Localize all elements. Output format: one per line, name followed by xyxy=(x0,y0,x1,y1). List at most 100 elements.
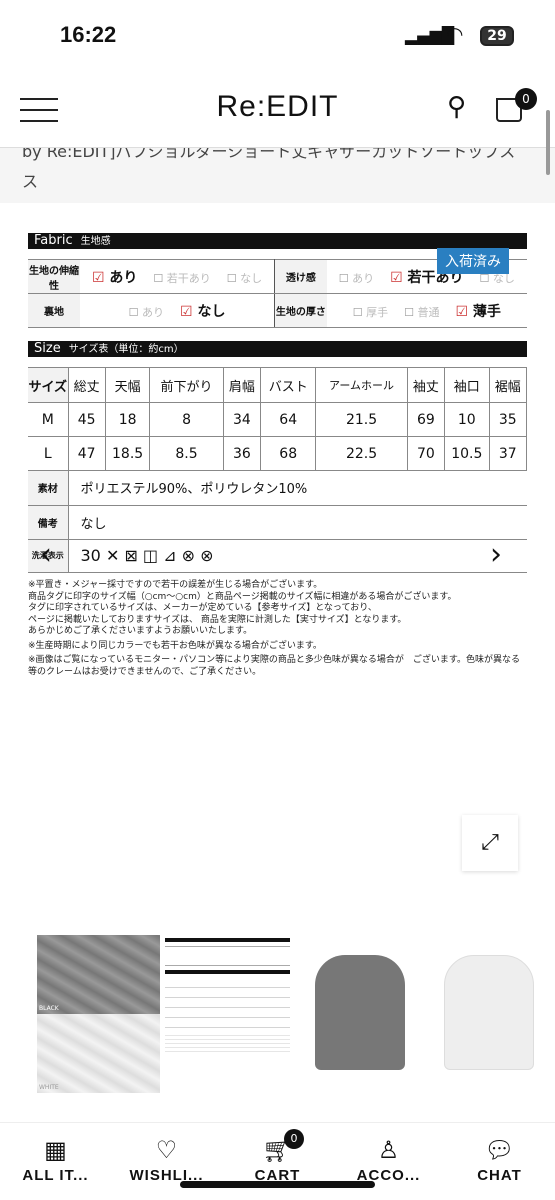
checkbox-icon: ☐ xyxy=(352,305,363,319)
option-checked: ☑ 薄手 xyxy=(455,304,500,320)
size-row: M 45 18 8 34 64 21.5 69 10 35 xyxy=(28,402,528,437)
option-unchecked: ☐ 普通 xyxy=(404,306,439,319)
title-line: ス xyxy=(22,172,39,191)
option-label: あり xyxy=(109,269,138,286)
nav-item-cart[interactable]: 🛒︎ 0 CART xyxy=(222,1123,333,1200)
fabric-subtitle: 生地感 xyxy=(80,236,111,247)
note-line: ページに掲載いたしておりますサイズは、 商品を実際に計測した【実寸サイズ】となり… xyxy=(28,614,407,625)
size-cell: 21.5 xyxy=(315,402,408,437)
thumbnail-black-top[interactable] xyxy=(300,935,420,1093)
option-label: 薄手 xyxy=(472,303,501,320)
size-header: サイズ xyxy=(28,367,69,403)
checkbox-checked-icon: ☑ xyxy=(455,303,469,320)
wash-symbols: 30 ✕ ⊠ ◫ ⊿ ⊗ ⊗ xyxy=(68,539,527,573)
note-line: タグに印字されているサイズは、メーカーが定めている【参考サイズ】となっており、 xyxy=(28,603,377,613)
expand-icon[interactable]: ⤢ xyxy=(462,815,518,871)
search-icon[interactable]: ⚲ xyxy=(447,92,466,122)
note-value: なし xyxy=(68,505,527,540)
next-image-arrow[interactable]: › xyxy=(490,537,502,572)
wifi-icon: ◠ xyxy=(446,22,464,46)
home-indicator xyxy=(180,1181,375,1188)
cart-count-badge: 0 xyxy=(515,88,537,110)
size-cell: L xyxy=(28,436,69,471)
checkbox-icon: ☐ xyxy=(338,271,349,285)
material-label: 素材 xyxy=(28,471,69,506)
option-unchecked: ☐ 若干あり xyxy=(153,272,210,285)
size-cell: 35 xyxy=(489,402,528,437)
fabric-row: 裏地 ☐ あり ☑ なし 生地の厚さ ☐ 厚手 ☐ 普通 ☑ 薄手 xyxy=(28,293,527,328)
size-header: バスト xyxy=(260,367,317,403)
grid-icon: ▦ xyxy=(44,1136,67,1164)
size-header: 袖口 xyxy=(444,367,490,403)
option-label: なし xyxy=(197,303,226,320)
note-line: あらかじめご了承くださいますようお願いいたします。 xyxy=(28,626,253,636)
thumbnail-sizechart[interactable] xyxy=(165,935,290,1093)
option-unchecked: ☐ なし xyxy=(227,272,262,285)
stock-badge: 入荷済み xyxy=(437,248,509,274)
size-header: 総丈 xyxy=(68,367,106,403)
size-cell: 64 xyxy=(260,402,317,437)
size-cell: 36 xyxy=(223,436,262,471)
nav-item-acco[interactable]: ♙ ACCO... xyxy=(333,1123,444,1200)
battery-icon: 29 xyxy=(480,26,514,46)
note-line: ※平置き・メジャー採寸ですので若干の誤差が生じる場合がございます。 xyxy=(28,580,323,590)
user-icon: ♙ xyxy=(377,1136,400,1164)
nav-item-wishli[interactable]: ♡ WISHLI... xyxy=(111,1123,222,1200)
material-value: ポリエステル90%、ポリウレタン10% xyxy=(68,471,527,506)
size-cell: 45 xyxy=(68,402,106,437)
size-cell: 47 xyxy=(68,436,106,471)
size-title: Size xyxy=(34,341,61,356)
cart-icon: 🛒︎ xyxy=(262,1136,293,1164)
option-checked: ☑ あり xyxy=(92,270,137,286)
scrollbar[interactable] xyxy=(546,110,550,175)
option-unchecked: ☐ あり xyxy=(339,272,374,285)
notes: ※平置き・メジャー採寸ですので若干の誤差が生じる場合がございます。 商品タグに印字… xyxy=(28,580,528,678)
size-cell: 18.5 xyxy=(105,436,151,471)
nav-item-chat[interactable]: 💬︎ CHAT xyxy=(444,1123,555,1200)
note-line: 商品タグに印字のサイズ幅（○cm〜○cm）と商品ページ掲載のサイズ幅に相違がある… xyxy=(28,591,457,602)
title-line: by Re:EDIT]パフショルダーショート丈ギャザーカットソートップス xyxy=(22,145,516,161)
size-cell: 70 xyxy=(407,436,446,471)
size-cell: 22.5 xyxy=(315,436,408,471)
size-header: 袖丈 xyxy=(407,367,446,403)
product-title: by Re:EDIT]パフショルダーショート丈ギャザーカットソートップス ス xyxy=(0,145,555,203)
checkbox-icon: ☐ xyxy=(226,271,237,285)
chat-icon: 💬︎ xyxy=(484,1136,515,1164)
prev-image-arrow[interactable]: ‹ xyxy=(40,537,52,572)
checkbox-icon: ☐ xyxy=(404,305,414,319)
nav-label: ALL IT... xyxy=(22,1167,89,1184)
size-row: L 47 18.5 8.5 36 68 22.5 70 10.5 37 xyxy=(28,436,528,471)
size-cell: M xyxy=(28,402,69,437)
option-label: 厚手 xyxy=(366,305,389,319)
note-line: ※画像はご覧になっているモニター・パソコン等により実際の商品と多少色味が異なる場… xyxy=(28,655,521,677)
size-header: 前下がり xyxy=(149,367,224,403)
size-header-row: サイズ 総丈 天幅 前下がり 肩幅 バスト アームホール 袖丈 袖口 裾幅 xyxy=(28,367,528,403)
size-header: アームホール xyxy=(315,367,408,403)
checkbox-icon: ☐ xyxy=(128,305,139,319)
nav-item-allit[interactable]: ▦ ALL IT... xyxy=(0,1123,111,1200)
logo[interactable]: Re:EDIT xyxy=(0,90,555,124)
heart-icon: ♡ xyxy=(155,1136,178,1164)
cart-count-badge: 0 xyxy=(284,1129,304,1149)
size-cell: 69 xyxy=(407,402,446,437)
fabric-label: 透け感 xyxy=(274,259,327,294)
thumbnail-white-top[interactable] xyxy=(430,935,548,1093)
checkbox-checked-icon: ☑ xyxy=(91,269,105,286)
checkbox-icon: ☐ xyxy=(153,271,164,285)
option-label: あり xyxy=(142,305,165,319)
thumbnail-fabric[interactable]: BLACK WHITE xyxy=(37,935,160,1093)
size-cell: 37 xyxy=(489,436,528,471)
checkbox-checked-icon: ☑ xyxy=(180,303,193,320)
note-label: 備考 xyxy=(28,505,69,540)
size-cell: 18 xyxy=(105,402,151,437)
size-cell: 8.5 xyxy=(149,436,224,471)
size-section: Size サイズ表（単位：約cm） サイズ 総丈 天幅 前下がり 肩幅 バスト アームホール袖… xyxy=(28,341,528,573)
option-label: 普通 xyxy=(417,305,440,319)
thumb-label: BLACK xyxy=(39,1005,59,1012)
thumbnail-strip: BLACK WHITE xyxy=(0,935,555,1093)
fabric-label: 生地の厚さ xyxy=(274,293,327,328)
bottom-nav: ▦ ALL IT... ♡ WISHLI... 🛒︎ 0 CART ♙ ACCO... 💬︎ CHA… xyxy=(0,1122,555,1200)
option-checked: ☑ なし xyxy=(180,304,225,320)
option-label: あり xyxy=(352,271,375,285)
clock: 16:22 xyxy=(60,22,117,47)
